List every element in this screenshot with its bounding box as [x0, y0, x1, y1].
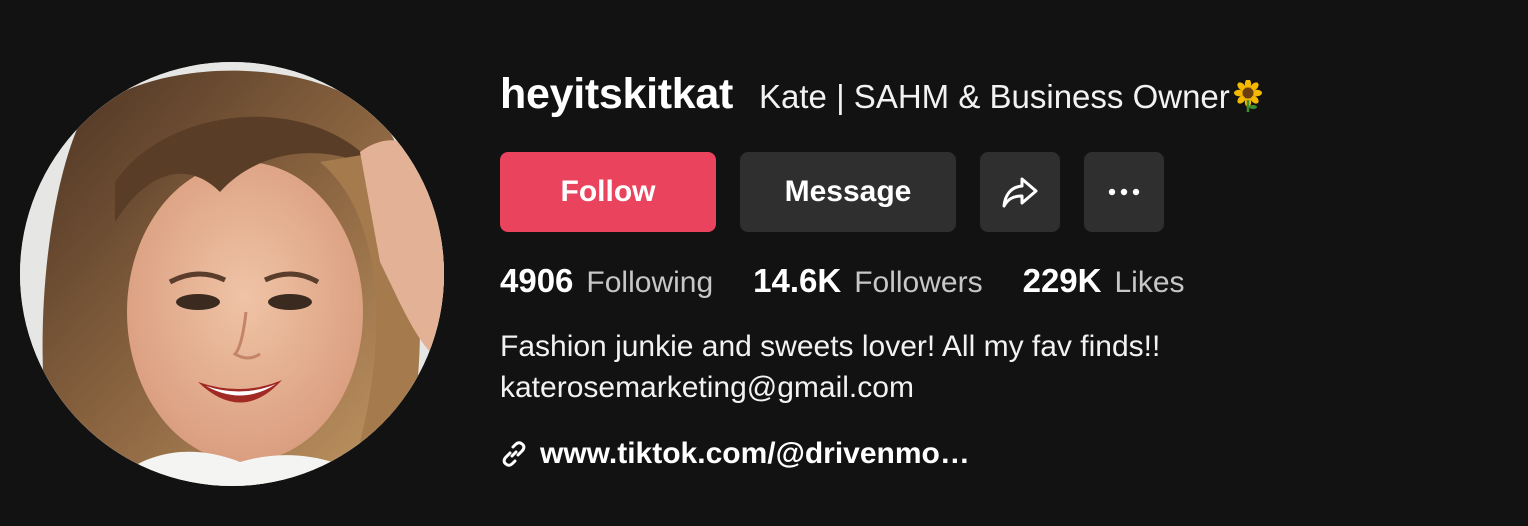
followers-label: Followers [854, 266, 983, 299]
avatar-photo [20, 62, 444, 486]
follow-button[interactable]: Follow [500, 152, 716, 232]
nickname-text: Kate | SAHM & Business Owner [759, 78, 1230, 115]
username: heyitskitkat [500, 70, 734, 118]
sunflower-emoji-icon [1233, 80, 1262, 112]
profile-header: heyitskitkat Kate | SAHM & Business Owne… [0, 0, 1528, 526]
stat-followers[interactable]: 14.6K Followers [753, 262, 982, 300]
following-label: Following [586, 266, 714, 299]
profile-info: heyitskitkat Kate | SAHM & Business Owne… [500, 70, 1500, 474]
share-button[interactable] [980, 152, 1060, 232]
more-button[interactable] [1084, 152, 1164, 232]
stat-likes: 229K Likes [1023, 262, 1185, 300]
message-button[interactable]: Message [740, 152, 956, 232]
bio: Fashion junkie and sweets lover! All my … [500, 326, 1500, 408]
link-text[interactable]: www.tiktok.com/@drivenmo… [540, 437, 970, 471]
more-icon [1108, 188, 1140, 196]
profile-stats: 4906 Following 14.6K Followers 229K Like… [500, 262, 1500, 302]
bio-line-1: Fashion junkie and sweets lover! All my … [500, 330, 1161, 363]
profile-link[interactable]: www.tiktok.com/@drivenmo… [500, 434, 1500, 474]
likes-count: 229K [1022, 262, 1102, 299]
bio-line-2: katerosemarketing@gmail.com [500, 371, 914, 404]
nickname: Kate | SAHM & Business Owner [759, 78, 1264, 116]
share-icon [1002, 177, 1038, 208]
link-icon [502, 441, 526, 467]
action-buttons: Follow Message [500, 152, 1500, 232]
title-row: heyitskitkat Kate | SAHM & Business Owne… [500, 70, 1500, 130]
following-count: 4906 [500, 262, 574, 299]
likes-label: Likes [1114, 266, 1185, 299]
followers-count: 14.6K [753, 262, 842, 299]
stat-following[interactable]: 4906 Following [500, 262, 713, 300]
avatar[interactable] [20, 62, 444, 486]
